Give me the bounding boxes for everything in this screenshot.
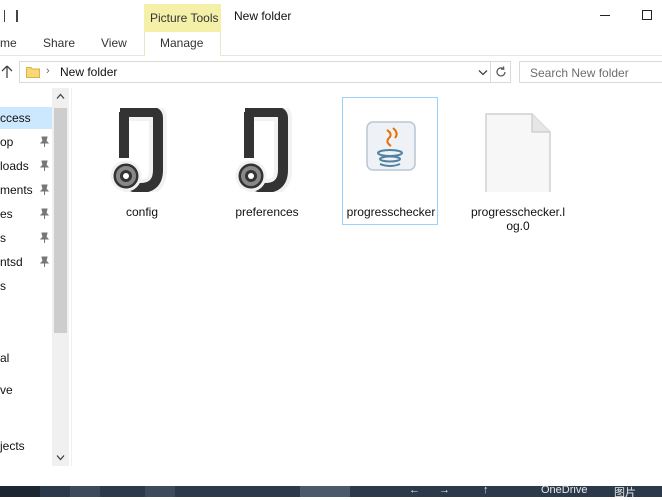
breadcrumb-chevron-icon[interactable]: › [46, 65, 50, 77]
ribbon-tabs: me Share View Manage [0, 32, 662, 56]
file-explorer-window: Picture Tools New folder me Share View M… [0, 0, 662, 500]
pin-icon [39, 256, 50, 267]
picture-tools-context-tab: Picture Tools [144, 4, 221, 32]
json-file-icon [235, 108, 292, 192]
scroll-down-icon[interactable] [56, 454, 65, 461]
nav-item-folder[interactable]: s [0, 227, 52, 249]
tab-home[interactable]: me [0, 36, 17, 50]
maximize-icon [642, 10, 652, 20]
nav-item-local[interactable]: al [0, 347, 52, 369]
minimize-icon [600, 15, 610, 16]
nav-item-drive[interactable]: ve [0, 379, 52, 401]
file-name: config [125, 205, 159, 219]
nav-item-quick-access[interactable]: ccess [0, 107, 52, 129]
search-input[interactable]: Search New folder [519, 61, 662, 83]
scroll-up-icon[interactable] [56, 93, 65, 100]
java-file-icon [366, 121, 416, 171]
picture-tools-label: Picture Tools [150, 11, 219, 25]
address-dropdown-chevron-icon[interactable] [478, 69, 488, 77]
address-row: › New folder Search New folder [0, 57, 662, 87]
file-item-progresschecker-log[interactable]: progresschecker.log.0 [470, 98, 566, 233]
forward-arrow-icon[interactable]: → [439, 484, 450, 496]
folder-icon [26, 67, 40, 78]
pin-icon [39, 136, 50, 147]
taskbar-app-icon[interactable] [0, 486, 40, 497]
blank-file-icon [485, 113, 551, 192]
nav-item-folder-2[interactable]: s [0, 275, 52, 297]
up-arrow-icon [1, 65, 13, 78]
quick-access-separator [4, 10, 5, 22]
address-bar[interactable]: › New folder [19, 61, 491, 83]
taskbar-nav-arrows[interactable]: ← → ↑ [405, 484, 505, 497]
nav-item-shortcut[interactable]: ntsd [0, 251, 52, 273]
nav-item-desktop[interactable]: op [0, 131, 52, 153]
refresh-icon [496, 66, 506, 77]
taskbar-onedrive-label[interactable]: OneDrive [541, 484, 587, 496]
pin-icon [39, 184, 50, 195]
nav-item-label: al [0, 351, 10, 365]
scrollbar-thumb[interactable] [54, 108, 67, 333]
nav-item-label: ments [0, 183, 33, 197]
nav-item-label: es [0, 207, 13, 221]
pin-icon [39, 232, 50, 243]
file-name: progresschecker.log.0 [470, 205, 566, 233]
nav-item-pictures[interactable]: es [0, 203, 52, 225]
breadcrumb[interactable]: New folder [60, 65, 117, 79]
nav-scrollbar[interactable] [52, 88, 69, 466]
back-arrow-icon[interactable]: ← [409, 484, 420, 496]
file-name: preferences [235, 205, 299, 219]
nav-item-downloads[interactable]: loads [0, 155, 52, 177]
nav-item-label: loads [0, 159, 29, 173]
tab-share[interactable]: Share [43, 36, 75, 50]
nav-item-label: s [0, 279, 6, 293]
nav-item-objects[interactable]: jects [0, 435, 52, 457]
taskbar: ← → ↑ OneDrive 图片 [0, 484, 662, 500]
nav-item-label: ntsd [0, 255, 23, 269]
navigation-pane: ccess op loads ments es s ntsd s al ve j… [0, 88, 72, 466]
nav-item-label: s [0, 231, 6, 245]
taskbar-app-icon[interactable] [70, 486, 100, 497]
pin-icon [39, 208, 50, 219]
up-arrow-icon[interactable]: ↑ [483, 484, 489, 496]
nav-item-label: op [0, 135, 14, 149]
tab-view[interactable]: View [101, 36, 127, 50]
pin-icon [39, 160, 50, 171]
refresh-button[interactable] [491, 61, 511, 83]
window-title: New folder [234, 9, 292, 23]
file-item-progresschecker[interactable]: progresschecker [342, 97, 438, 225]
taskbar-app-icon[interactable] [300, 486, 350, 497]
nav-item-label: jects [0, 439, 25, 453]
tab-manage[interactable]: Manage [160, 36, 203, 50]
nav-item-documents[interactable]: ments [0, 179, 52, 201]
nav-item-label: ccess [0, 111, 31, 125]
file-item-preferences[interactable]: preferences [219, 98, 315, 226]
search-placeholder: Search New folder [530, 66, 629, 80]
file-name-text: progresschecker.log.0 [470, 205, 566, 233]
minimize-button[interactable] [590, 6, 620, 26]
quick-access-toolbar-icon[interactable] [16, 10, 18, 22]
title-bar: Picture Tools New folder [0, 0, 662, 32]
file-name: progresschecker [346, 205, 436, 219]
nav-item-label: ve [0, 383, 13, 397]
json-file-icon [110, 108, 167, 192]
up-button[interactable] [0, 64, 14, 80]
taskbar-ime-label[interactable]: 图片 [614, 484, 636, 500]
taskbar-app-icon[interactable] [145, 486, 175, 497]
file-list: config preferences progresschecker progr… [72, 88, 662, 466]
maximize-button[interactable] [636, 6, 662, 26]
file-item-config[interactable]: config [94, 98, 190, 226]
